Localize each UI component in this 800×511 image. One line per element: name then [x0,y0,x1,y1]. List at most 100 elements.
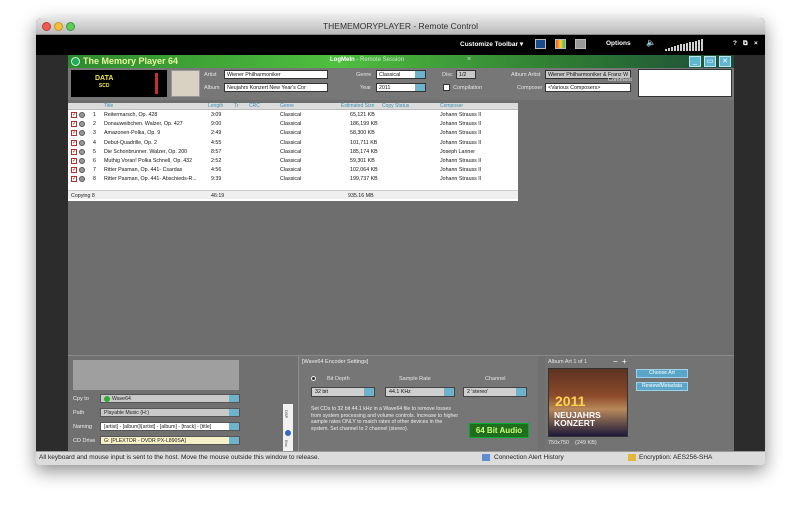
track-title: Debut-Quadrille, Op. 2 [104,139,157,146]
screen-icon[interactable] [535,39,546,49]
album-art-title: Album Art 1 of 1 [548,359,588,365]
track-list[interactable]: Title Length Tr CRC Genre Estimated Size… [68,103,518,201]
channel-label: Channel [485,376,506,382]
session-close-button[interactable]: × [467,56,471,63]
track-genre: Classical [280,121,302,128]
track-row[interactable]: 6 Muthig Voran! Polka Schnell, Op. 432 2:5… [68,157,518,165]
review-metadata-button[interactable]: Review/Metadata [636,382,688,391]
toolbar-close-button[interactable]: × [754,40,758,47]
album-cover-image[interactable]: 2011 NEUJAHRS KONZERT [548,368,628,437]
track-checkbox[interactable] [71,148,77,155]
choose-art-button[interactable]: Choose Art [636,369,688,378]
connection-icon [482,454,490,461]
album-field[interactable]: Neujahrs Konzert New Year's Cor [224,83,328,92]
comment-box[interactable] [638,69,732,97]
lock-icon [628,454,636,461]
add-art-button[interactable]: + [622,357,627,366]
column-header-copy-status[interactable]: Copy Status [382,103,409,109]
color-quality-icon[interactable] [555,39,566,49]
compilation-checkbox[interactable] [443,84,450,91]
track-genre: Classical [280,167,302,174]
globe-icon[interactable] [285,430,291,436]
naming-field[interactable]: [artist] - [album]\[artist] - [album] - … [100,422,240,431]
track-number: 7 [93,167,96,174]
track-composer: Johann Strauss II [440,112,482,118]
track-row[interactable]: 5 Die Schonbrunner. Walzer, Op. 200 8:57 Cl… [68,148,518,156]
column-header-genre[interactable]: Genre [280,103,294,109]
track-composer: Johann Strauss II [440,176,482,183]
composer-field[interactable]: <Various Composers> [545,83,631,92]
network-icon[interactable] [575,39,586,49]
artist-field[interactable]: Wiener Philharmoniker [224,70,328,79]
track-row[interactable]: 3 Amazonen-Polka, Op. 9 2:49 Classical 58,30… [68,129,518,137]
tab-dsp[interactable]: DSP [284,410,289,418]
artist-thumbnail[interactable] [171,70,200,97]
chevron-down-icon [229,395,239,402]
track-checkbox[interactable] [71,111,77,118]
restore-icon[interactable]: ⧉ [743,40,748,48]
volume-icon[interactable]: 🔈 [646,38,656,47]
options-button[interactable]: Options [606,40,631,47]
track-checkbox[interactable] [71,129,77,137]
app-minimize-button[interactable]: _ [689,56,701,67]
help-button[interactable]: ? [733,40,737,47]
track-row[interactable]: 2 Donauweibchen. Walzer, Op. 427 9:00 Class… [68,120,518,128]
track-size: 102,064 KB [350,167,378,174]
column-header-crc[interactable]: CRC [249,103,260,109]
track-composer: Johann Strauss II [440,158,482,164]
track-genre: Classical [280,112,302,118]
column-header-title[interactable]: Title [104,103,113,109]
album-artist-label: Album Artist [511,72,541,78]
cd-drive-select[interactable]: G: [PLEXTOR - DVDR PX-L890SA] [100,436,240,445]
album-art-panel: Album Art 1 of 1 − + 2011 NEUJAHRS KONZE… [545,356,734,452]
customize-toolbar-button[interactable]: Customize Toolbar ▾ [460,40,523,48]
track-checkbox[interactable] [71,166,77,174]
app-close-button[interactable]: ✕ [719,56,731,67]
app-logo-icon [71,57,80,66]
track-row[interactable]: 8 Ritter Pasman, Op. 441- Abschieds-R... 9… [68,175,518,183]
encoder-settings: [Wave64 Encoder Settings] Bit Depth Samp… [298,356,538,452]
window-title: THEMEMORYPLAYER - Remote Control [322,21,479,31]
track-row[interactable]: 7 Ritter Pasman, Op. 441- Csardas 4:56 Clas… [68,166,518,174]
track-size: 186,199 KB [350,121,378,128]
track-length: 9:00 [211,121,222,128]
track-checkbox[interactable] [71,157,77,164]
side-tabs: DSP Enc [283,404,293,452]
column-header-length[interactable]: Length [208,103,223,109]
path-select[interactable]: Playable Music (H:) [100,408,240,417]
track-checkbox[interactable] [71,139,77,146]
channel-select[interactable]: 2 'stereo' [463,387,527,397]
track-row[interactable]: 1 Reitermarsch, Op. 428 3:09 Classical 65,12… [68,111,518,119]
cd-drive-label: CD Drive [73,438,96,444]
remove-art-button[interactable]: − [613,357,618,366]
track-size: 58,300 KB [350,130,375,137]
track-checkbox[interactable] [71,120,77,128]
track-row[interactable]: 4 Debut-Quadrille, Op. 2 4:55 Classical 101,… [68,139,518,147]
column-header-track[interactable]: Tr [234,103,239,109]
connection-alert-history[interactable]: Connection Alert History [494,454,564,461]
year-label: Year [360,85,372,91]
bit-depth-select[interactable]: 32 bit [311,387,375,397]
year-value: 2011 [379,85,391,91]
track-composer: Johann Strauss II [440,130,482,137]
track-size: 199,737 KB [350,176,378,183]
chevron-down-icon [415,71,425,78]
track-title: Die Schonbrunner. Walzer, Op. 200 [104,148,188,155]
path-label: Path [73,410,85,416]
year-select[interactable]: 2011 [376,83,426,92]
track-checkbox[interactable] [71,175,77,183]
disc-field[interactable]: 1/2 [456,70,476,79]
column-header-composer[interactable]: Composer [440,103,463,109]
column-header-size[interactable]: Estimated Size [341,103,374,109]
track-list-header: Title Length Tr CRC Genre Estimated Size… [68,103,518,110]
data-cd-logo: DATA SCD [95,75,113,90]
tab-encoder[interactable]: Enc [284,440,289,447]
footer-total-size: 935.16 MB [348,193,374,199]
app-maximize-button[interactable]: ▭ [704,56,716,67]
genre-select[interactable]: Classical [376,70,426,79]
progress-area [73,360,239,390]
volume-slider[interactable] [665,39,709,51]
copy-to-select[interactable]: Wave64 [100,394,240,403]
bit-depth-radio[interactable] [311,376,316,381]
sample-rate-select[interactable]: 44.1 KHz [385,387,455,397]
